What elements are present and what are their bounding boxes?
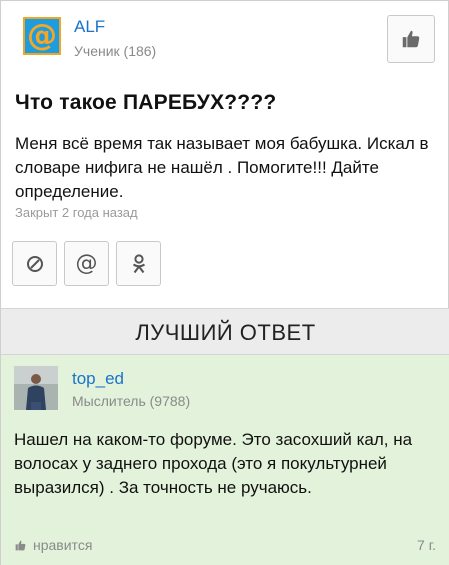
person-photo-icon	[14, 366, 58, 410]
question-title: Что такое ПАРЕБУХ????	[15, 91, 277, 114]
answerer-name[interactable]: top_ed	[72, 369, 124, 389]
author-rank: Ученик (186)	[74, 43, 157, 59]
like-label: нравится	[33, 537, 93, 553]
best-answer-header: ЛУЧШИЙ ОТВЕТ	[1, 308, 449, 355]
odnoklassniki-icon	[132, 253, 145, 273]
author-avatar[interactable]: @	[23, 17, 61, 55]
answerer-avatar[interactable]	[14, 366, 58, 410]
thumbs-up-icon	[402, 30, 420, 48]
answerer-rank: Мыслитель (9788)	[72, 393, 191, 409]
like-button[interactable]	[387, 15, 435, 63]
mail-share-button[interactable]: @	[64, 241, 109, 286]
answer-like-button[interactable]: нравится	[14, 537, 92, 553]
odnoklassniki-share-button[interactable]	[116, 241, 161, 286]
question-status: Закрыт 2 года назад	[15, 205, 138, 220]
question-body: Меня всё время так называет моя бабушка.…	[15, 134, 429, 201]
thumbs-up-icon	[15, 540, 26, 550]
answer-body: Нашел на каком-то форуме. Это засохший к…	[14, 430, 413, 497]
question-card: @ ALF Ученик (186) Что такое ПАРЕБУХ????…	[0, 0, 449, 565]
author-name[interactable]: ALF	[74, 17, 105, 37]
best-answer-card: top_ed Мыслитель (9788) Нашел на каком-т…	[1, 355, 449, 565]
mail-at-icon: @	[27, 18, 57, 53]
block-button[interactable]	[12, 241, 57, 286]
share-toolbar: @	[12, 241, 161, 286]
at-icon: @	[75, 251, 98, 276]
block-icon	[26, 255, 43, 272]
answer-age: 7 г.	[417, 537, 436, 553]
